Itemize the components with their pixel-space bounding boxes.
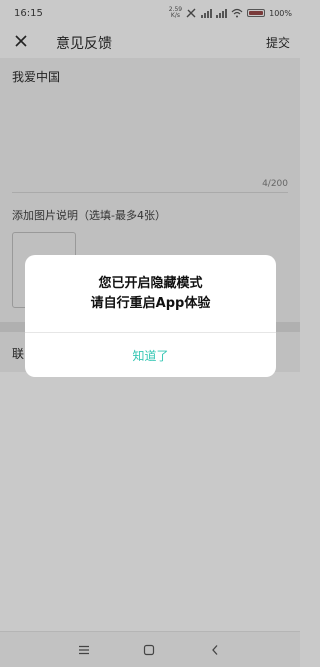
contact-label: 联 [12, 347, 25, 361]
status-time: 16:15 [14, 8, 43, 19]
status-bar: 16:15 2.59 K/s 100% [0, 0, 300, 28]
page-title: 意见反馈 [56, 36, 112, 52]
status-icons: 2.59 K/s 100% [169, 7, 292, 19]
dialog-message: 您已开启隐藏模式 请自行重启App体验 [25, 255, 276, 332]
battery-icon [247, 9, 266, 17]
battery-label: 100% [269, 8, 292, 18]
top-bar: 意见反馈 提交 [0, 28, 300, 58]
char-count: 4/200 [262, 179, 288, 189]
home-icon[interactable] [139, 640, 159, 660]
nfc-icon [186, 8, 196, 17]
back-icon[interactable] [205, 640, 225, 660]
image-hint: 添加图片说明（选填-最多4张） [12, 209, 166, 222]
dialog-ok-button[interactable]: 知道了 [25, 333, 276, 377]
feedback-text: 我爱中国 [12, 70, 61, 84]
dialog-line-2: 请自行重启App体验 [90, 295, 211, 311]
close-icon[interactable] [14, 34, 28, 48]
wifi-icon [231, 8, 243, 18]
divider [12, 192, 288, 193]
alert-dialog: 您已开启隐藏模式 请自行重启App体验 知道了 [25, 255, 276, 377]
signal-icon [216, 8, 228, 18]
feedback-textarea[interactable]: 我爱中国 4/200 [0, 58, 300, 198]
net-speed: 2.59 K/s [169, 7, 182, 19]
dialog-line-1: 您已开启隐藏模式 [98, 275, 203, 291]
signal-icon [201, 8, 213, 18]
navigation-bar [0, 631, 300, 667]
submit-button[interactable]: 提交 [266, 34, 290, 51]
menu-icon[interactable] [74, 640, 94, 660]
net-speed-unit: K/s [170, 12, 180, 19]
